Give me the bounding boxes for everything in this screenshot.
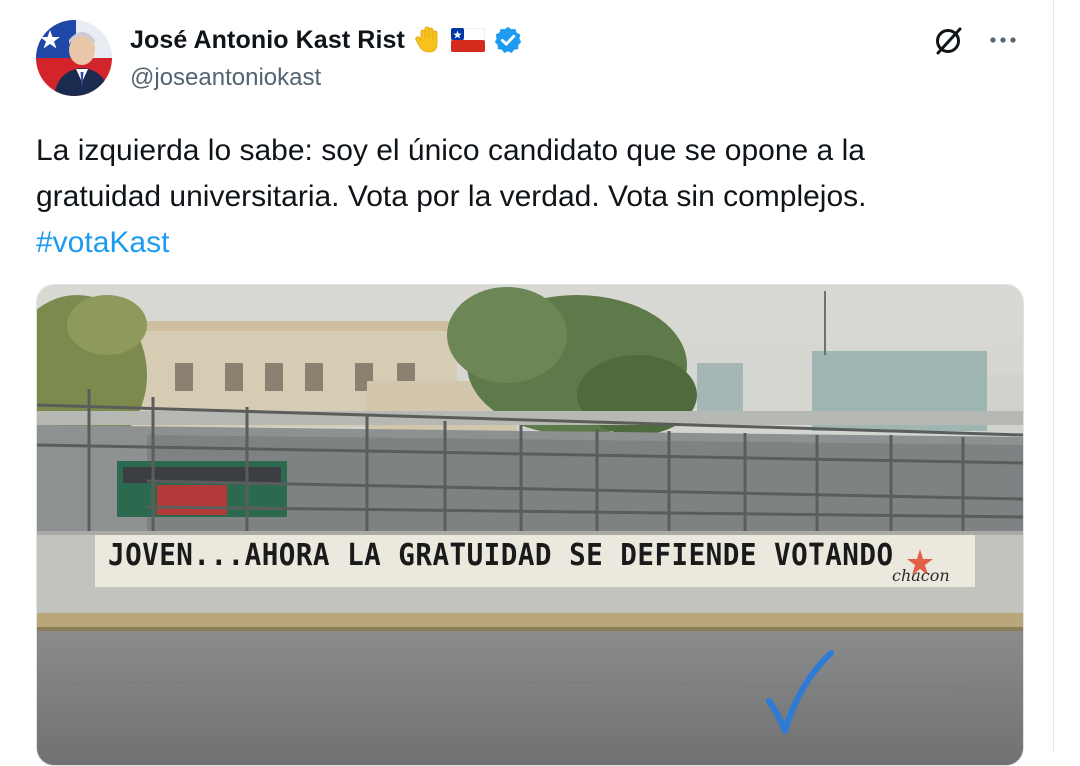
author-handle[interactable]: @joseantoniokast <box>130 64 321 92</box>
tweet-card[interactable]: José Antonio Kast Rist @joseantoniokast <box>0 0 1080 766</box>
raised-hand-emoji-icon <box>413 25 443 55</box>
hashtag-link[interactable]: #votaKast <box>36 220 169 266</box>
grok-icon[interactable] <box>932 24 966 58</box>
tweet-photo[interactable] <box>36 284 1024 766</box>
chile-flag-emoji-icon <box>450 27 486 53</box>
tweet-text-line: La izquierda lo sabe: soy el único candi… <box>36 134 865 167</box>
author-name-row: José Antonio Kast Rist <box>130 22 523 58</box>
timeline-divider <box>1053 0 1054 751</box>
avatar[interactable] <box>36 20 112 96</box>
author-display-name[interactable]: José Antonio Kast Rist <box>130 26 405 55</box>
tweet-text-line: gratuidad universitaria. Vota por la ver… <box>36 180 867 213</box>
more-options-icon[interactable] <box>985 26 1021 54</box>
tweet-text: La izquierda lo sabe: soy el único candi… <box>36 128 1036 266</box>
mural-signature: chacon <box>892 566 950 585</box>
mural-text: JOVEN...AHORA LA GRATUIDAD SE DEFIENDE V… <box>108 538 894 573</box>
verified-badge-icon[interactable] <box>493 25 523 55</box>
